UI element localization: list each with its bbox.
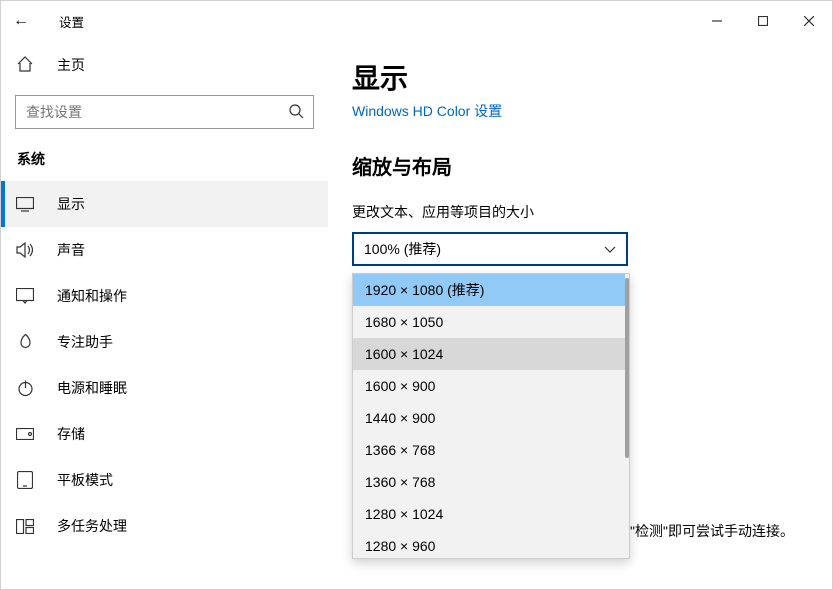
sound-icon <box>15 242 35 258</box>
sidebar-item-tablet-mode[interactable]: 平板模式 <box>1 457 328 503</box>
home-icon <box>15 55 35 76</box>
hd-color-link[interactable]: Windows HD Color 设置 <box>352 101 808 121</box>
sidebar-item-label: 多任务处理 <box>57 516 127 536</box>
scale-field-label: 更改文本、应用等项目的大小 <box>352 202 808 222</box>
home-nav[interactable]: 主页 <box>1 45 328 85</box>
sidebar-item-label: 电源和睡眠 <box>57 378 127 398</box>
scrollbar-thumb[interactable] <box>625 278 629 458</box>
search-input[interactable] <box>16 96 279 128</box>
multitask-icon <box>15 519 35 534</box>
sidebar-item-display[interactable]: 显示 <box>1 181 328 227</box>
scale-combobox[interactable]: 100% (推荐) <box>352 232 628 266</box>
resolution-option[interactable]: 1680 × 1050 <box>353 306 625 338</box>
resolution-option[interactable]: 1366 × 768 <box>353 434 625 466</box>
tablet-icon <box>15 471 35 489</box>
resolution-dropdown[interactable]: 1920 × 1080 (推荐)1680 × 10501600 × 102416… <box>352 273 630 559</box>
close-button[interactable] <box>786 5 832 37</box>
dropdown-scrollbar[interactable] <box>625 274 629 558</box>
focus-assist-icon <box>15 334 35 351</box>
search-input-wrap[interactable] <box>15 95 314 129</box>
storage-icon <box>15 428 35 440</box>
section-heading-scale: 缩放与布局 <box>352 151 808 180</box>
sidebar-item-label: 通知和操作 <box>57 286 127 306</box>
notifications-icon <box>15 288 35 304</box>
back-button[interactable]: ← <box>1 12 41 30</box>
scale-value: 100% (推荐) <box>364 239 441 259</box>
resolution-option[interactable]: 1360 × 768 <box>353 466 625 498</box>
maximize-button[interactable] <box>740 5 786 37</box>
window-title: 设置 <box>59 12 84 31</box>
sidebar-section-label: 系统 <box>1 149 328 181</box>
sidebar-item-label: 显示 <box>57 194 85 214</box>
home-label: 主页 <box>57 55 85 75</box>
minimize-button[interactable] <box>694 5 740 37</box>
sidebar-item-label: 声音 <box>57 240 85 260</box>
power-icon <box>15 380 35 397</box>
resolution-option[interactable]: 1280 × 960 <box>353 530 625 558</box>
sidebar-nav: 显示 声音 通知和操作 <box>1 181 328 589</box>
sidebar-item-label: 平板模式 <box>57 470 113 490</box>
detect-hint-text: "检测"即可尝试手动连接。 <box>630 521 794 541</box>
resolution-option[interactable]: 1600 × 900 <box>353 370 625 402</box>
display-icon <box>15 197 35 212</box>
sidebar-item-multitask[interactable]: 多任务处理 <box>1 503 328 549</box>
resolution-option[interactable]: 1600 × 1024 <box>353 338 625 370</box>
chevron-down-icon <box>604 241 616 257</box>
search-icon <box>279 103 313 122</box>
sidebar-item-storage[interactable]: 存储 <box>1 411 328 457</box>
resolution-option[interactable]: 1920 × 1080 (推荐) <box>353 274 625 306</box>
resolution-option[interactable]: 1280 × 1024 <box>353 498 625 530</box>
sidebar-item-power-sleep[interactable]: 电源和睡眠 <box>1 365 328 411</box>
sidebar-item-label: 专注助手 <box>57 332 113 352</box>
sidebar-item-notifications[interactable]: 通知和操作 <box>1 273 328 319</box>
sidebar-item-sound[interactable]: 声音 <box>1 227 328 273</box>
sidebar-item-label: 存储 <box>57 424 85 444</box>
sidebar-item-focus-assist[interactable]: 专注助手 <box>1 319 328 365</box>
page-title: 显示 <box>352 57 808 97</box>
resolution-option[interactable]: 1440 × 900 <box>353 402 625 434</box>
